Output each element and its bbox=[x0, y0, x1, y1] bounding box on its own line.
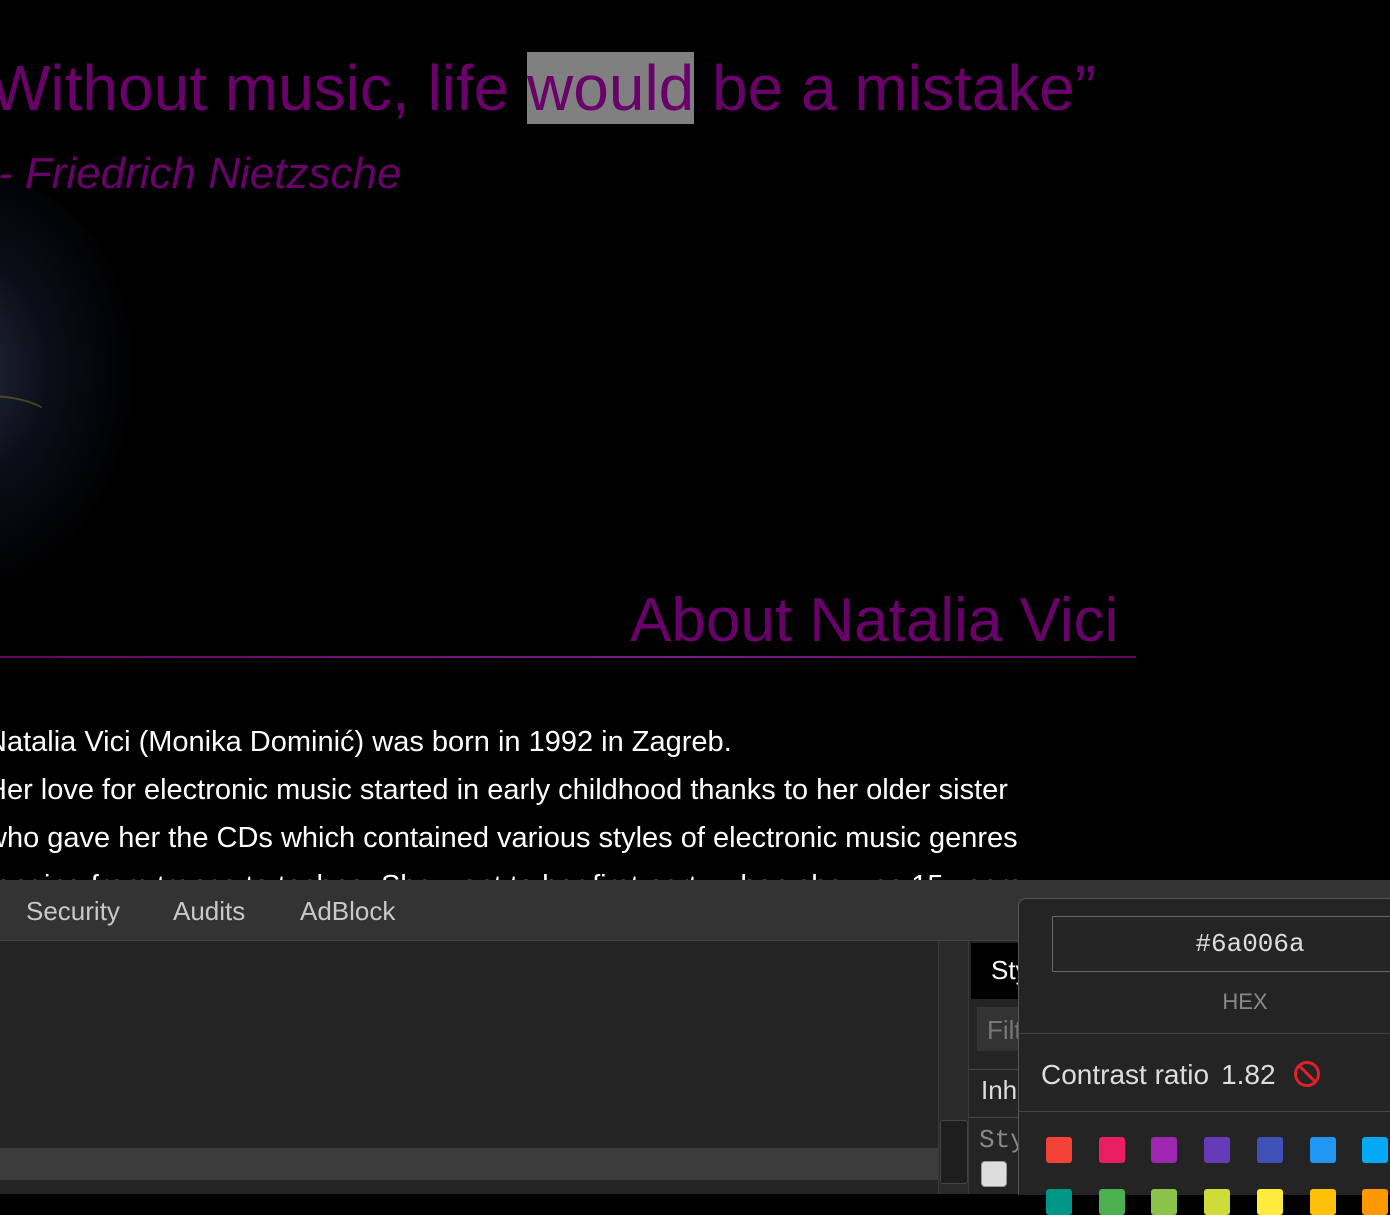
about-heading: About Natalia Vici bbox=[630, 586, 1119, 655]
quote-text-before: Without music, life bbox=[0, 52, 528, 124]
hex-input[interactable]: #6a006a bbox=[1052, 916, 1390, 972]
color-swatch[interactable] bbox=[1046, 1189, 1072, 1215]
divider bbox=[1019, 1033, 1390, 1034]
background-image bbox=[0, 180, 140, 600]
bio-line: ranging from trance to techno. She went … bbox=[0, 862, 1146, 880]
color-swatch[interactable] bbox=[1046, 1137, 1072, 1163]
about-bio: Natalia Vici (Monika Dominić) was born i… bbox=[0, 718, 1146, 880]
quote-selected-word[interactable]: would bbox=[527, 52, 695, 124]
tab-security[interactable]: Security bbox=[26, 896, 120, 927]
color-swatch[interactable] bbox=[1256, 1189, 1283, 1215]
tab-audits[interactable]: Audits bbox=[173, 896, 245, 927]
color-swatch[interactable] bbox=[1098, 1137, 1125, 1163]
contrast-value: 1.82 bbox=[1221, 1059, 1276, 1090]
bio-line: Her love for electronic music started in… bbox=[0, 774, 1008, 806]
inherited-label: Inh bbox=[981, 1075, 1018, 1105]
devtools-main-area bbox=[0, 941, 938, 1194]
quote-author: - Friedrich Nietzsche bbox=[0, 149, 402, 198]
color-swatch[interactable] bbox=[1151, 1137, 1178, 1163]
devtools-panel: Security Audits AdBlock Sty Filt Inh Sty… bbox=[0, 880, 1390, 1215]
color-swatch[interactable] bbox=[1204, 1137, 1231, 1163]
hex-value: #6a006a bbox=[1195, 929, 1305, 959]
contrast-label: Contrast ratio bbox=[1041, 1059, 1210, 1090]
fail-icon bbox=[1294, 1061, 1320, 1087]
color-swatch[interactable] bbox=[1204, 1189, 1231, 1215]
about-divider bbox=[0, 656, 1136, 658]
color-swatch[interactable] bbox=[1309, 1189, 1336, 1215]
web-page: Without music, life would be a mistake” … bbox=[0, 0, 1390, 880]
color-swatch[interactable] bbox=[1151, 1189, 1178, 1215]
color-swatch[interactable] bbox=[1309, 1137, 1336, 1163]
selected-row[interactable] bbox=[0, 1148, 938, 1180]
property-checkbox[interactable] bbox=[981, 1161, 1007, 1187]
color-picker-popover: #6a006a HEX Contrast ratio 1.82 bbox=[1018, 898, 1390, 1215]
quote-text-after: be a mistake” bbox=[694, 52, 1097, 124]
divider bbox=[1019, 1111, 1390, 1112]
bio-line: who gave her the CDs which contained var… bbox=[0, 822, 1018, 854]
color-swatch[interactable] bbox=[1362, 1137, 1389, 1163]
color-swatch[interactable] bbox=[1098, 1189, 1125, 1215]
scrollbar-thumb[interactable] bbox=[940, 1120, 968, 1184]
bio-line: Natalia Vici (Monika Dominić) was born i… bbox=[0, 726, 732, 758]
color-swatch[interactable] bbox=[1362, 1189, 1389, 1215]
tab-adblock[interactable]: AdBlock bbox=[300, 896, 395, 927]
color-format-label[interactable]: HEX bbox=[1019, 989, 1390, 1015]
color-swatch[interactable] bbox=[1256, 1137, 1283, 1163]
hero-quote: Without music, life would be a mistake” bbox=[0, 48, 1096, 128]
contrast-ratio[interactable]: Contrast ratio 1.82 bbox=[1041, 1059, 1276, 1091]
filter-placeholder: Filt bbox=[987, 1015, 1022, 1045]
